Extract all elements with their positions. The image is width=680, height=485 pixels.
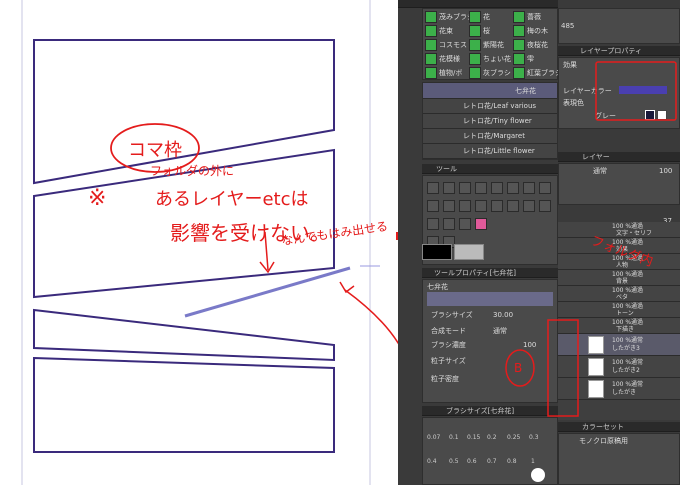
annotation-koma: コマ枠: [128, 140, 182, 161]
annotation-arrow-curve: [344, 289, 481, 389]
right-panel: 茂みブラシ 花 薔薇 花束 桜 梅の木 コスモス 紫陽花 夜桜花 花模様 ちょい…: [398, 0, 680, 485]
frame-panel-4: [33, 356, 335, 453]
frame-panel-3: [33, 308, 335, 362]
drawing-canvas[interactable]: コマ枠 フォルダの外に あるレイヤーetcは 影響を受けない。 ※ なんでもはみ…: [0, 0, 481, 485]
annotation-box-2: [547, 319, 579, 417]
annotation-arrowhead-2: [339, 281, 355, 294]
annotation-line1: フォルダの外に: [150, 163, 234, 178]
manga-page: コマ枠 フォルダの外に あるレイヤーetcは 影響を受けない。 ※ なんでもはみ…: [21, 0, 481, 485]
ui-annotation-overlay: フォルダ内 B: [505, 61, 677, 417]
annotation-b: B: [514, 361, 522, 375]
annotation-line2: あるレイヤーetcは: [155, 189, 309, 210]
frame-panel-1: [33, 39, 335, 185]
annotation-box: [595, 61, 677, 121]
annotation-folder-text: フォルダ内: [589, 233, 656, 270]
annotation-star: ※: [88, 186, 106, 211]
